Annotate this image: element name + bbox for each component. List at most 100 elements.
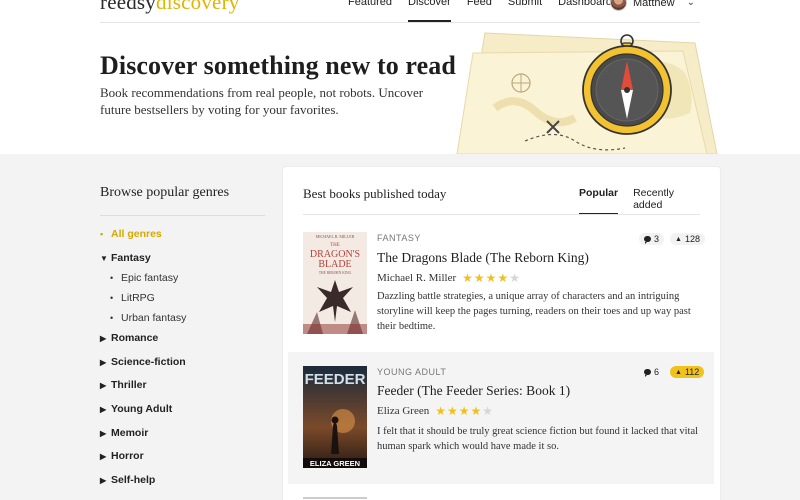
book-cover[interactable]: FEEDER ELIZA GREEN [303,366,367,468]
book-card[interactable]: FEEDER ELIZA GREEN YOUNG ADULT 6 ▲ 112 Fe… [288,352,714,484]
sidebar-item-all-genres[interactable]: • All genres [100,228,162,240]
book-title[interactable]: The Dragons Blade (The Reborn King) [377,250,589,266]
panel-divider [303,214,700,215]
bullet-icon: • [110,293,114,303]
upvote-arrow-icon: ▲ [675,235,682,243]
book-card[interactable]: MICHAEL R. MILLER THE DRAGON'S BLADE THE… [288,219,714,345]
hero-subtitle: Book recommendations from real people, n… [100,85,424,117]
book-author[interactable]: Michael R. Miller [377,272,456,284]
book-genre: FANTASY [377,233,421,243]
tab-recently-added[interactable]: Recently added [633,187,705,215]
sidebar-item-litrpg[interactable]: • LitRPG [110,292,155,304]
book-genre: YOUNG ADULT [377,367,447,377]
nav-feed[interactable]: Feed [467,0,492,22]
book-stats: 3 ▲ 128 [639,233,705,245]
book-cover[interactable]: MICHAEL R. MILLER THE DRAGON'S BLADE THE… [303,232,367,334]
caret-right-icon: ▶ [100,334,107,343]
book-author-row: Michael R. Miller ★ ★ ★ ★ ★ [377,272,521,284]
book-author-row: Eliza Green ★ ★ ★ ★ ★ [377,405,494,417]
caret-down-icon: ▼ [100,254,108,263]
caret-right-icon: ▶ [100,358,107,367]
star-empty-icon: ★ [482,404,494,418]
star-icon: ★ [435,404,446,418]
nav-submit[interactable]: Submit [508,0,542,22]
sidebar-item-horror[interactable]: ▶ Horror [100,450,144,462]
upvote-button[interactable]: ▲ 128 [670,233,705,245]
reedsy-discovery-logo[interactable]: reedsydiscovery [100,0,239,15]
chevron-down-icon[interactable]: ⌄ [687,0,695,8]
upvote-button[interactable]: ▲ 112 [670,366,705,378]
sidebar-item-label: Self-help [111,474,156,486]
star-icon: ★ [446,404,458,418]
sidebar-item-label: All genres [111,228,162,240]
sidebar-item-romance[interactable]: ▶ Romance [100,332,158,344]
caret-right-icon: ▶ [100,405,107,414]
star-icon: ★ [473,271,485,285]
treasure-map-compass-illustration [456,32,718,154]
comment-count-value: 6 [654,367,660,377]
cover-title-text: FEEDER [305,371,366,388]
star-icon: ★ [470,404,482,418]
caret-right-icon: ▶ [100,452,107,461]
sidebar-item-label: Fantasy [111,252,151,264]
user-name[interactable]: Matthew [633,0,675,9]
comment-count[interactable]: 6 [639,366,664,378]
user-menu[interactable]: Matthew ⌄ [610,0,695,11]
caret-right-icon: ▶ [100,381,107,390]
book-blurb: I felt that it should be truly great sci… [377,426,699,452]
nav-dashboard[interactable]: Dashboard [558,0,612,22]
sort-tabs: Popular Recently added [579,187,720,215]
sidebar-item-label: Science-fiction [111,356,186,368]
caret-right-icon: ▶ [100,476,107,485]
sidebar-item-memoir[interactable]: ▶ Memoir [100,427,148,439]
avatar[interactable] [610,0,627,11]
star-empty-icon: ★ [509,271,520,285]
star-icon: ★ [485,271,497,285]
comment-count[interactable]: 3 [639,233,665,245]
sidebar-item-young-adult[interactable]: ▶ Young Adult [100,403,172,415]
sidebar-item-label: Memoir [111,427,149,439]
sidebar-item-thriller[interactable]: ▶ Thriller [100,379,147,391]
sidebar-item-urban-fantasy[interactable]: • Urban fantasy [110,312,186,324]
book-author[interactable]: Eliza Green [377,405,429,417]
star-icon: ★ [462,271,473,285]
sidebar-item-fantasy[interactable]: ▼ Fantasy [100,252,151,264]
upvote-count: 128 [684,234,700,244]
star-icon: ★ [458,404,470,418]
page-title: Discover something new to read [100,51,456,80]
sidebar-item-label: Urban fantasy [121,312,187,324]
bullet-icon: • [110,313,114,323]
star-icon: ★ [497,271,509,285]
sidebar-divider [100,215,265,216]
sidebar-heading: Browse popular genres [100,185,230,200]
cover-author-text: MICHAEL R. MILLER [316,234,355,239]
top-navigation-bar: reedsydiscovery Featured Discover Feed S… [0,0,800,22]
sidebar-item-label: Horror [111,450,144,462]
nav-discover[interactable]: Discover [408,0,451,22]
sidebar-item-self-help[interactable]: ▶ Self-help [100,474,155,486]
hero-section: Discover something new to read Book reco… [0,23,800,154]
sidebar-item-epic-fantasy[interactable]: • Epic fantasy [110,272,178,284]
main-nav: Featured Discover Feed Submit Dashboard [348,0,628,22]
nav-featured[interactable]: Featured [348,0,392,22]
comment-icon [644,236,651,244]
cover-title-line-1: THE [330,243,340,248]
next-book-cover-edge [303,497,367,499]
logo-text-reedsy: reedsy [100,0,157,14]
sidebar-item-label: Young Adult [111,403,173,415]
panel-title: Best books published today [303,186,447,201]
cover-subtitle-text: THE REBORN KING [319,271,352,275]
content-area: Browse popular genres • All genres ▼ Fanta… [0,154,800,500]
caret-right-icon: ▶ [100,429,107,438]
tab-popular[interactable]: Popular [579,187,619,215]
upvote-count: 112 [684,367,700,377]
cover-author-text: ELIZA GREEN [310,459,360,468]
bullet-icon: • [100,229,104,239]
comment-icon [644,369,651,377]
sidebar-item-science-fiction[interactable]: ▶ Science-fiction [100,356,186,368]
sidebar-item-label: Romance [111,332,159,344]
sidebar-item-label: Epic fantasy [121,272,179,284]
book-stats: 6 ▲ 112 [639,366,705,378]
book-title[interactable]: Feeder (The Feeder Series: Book 1) [377,383,570,399]
sidebar-item-label: LitRPG [121,292,155,304]
